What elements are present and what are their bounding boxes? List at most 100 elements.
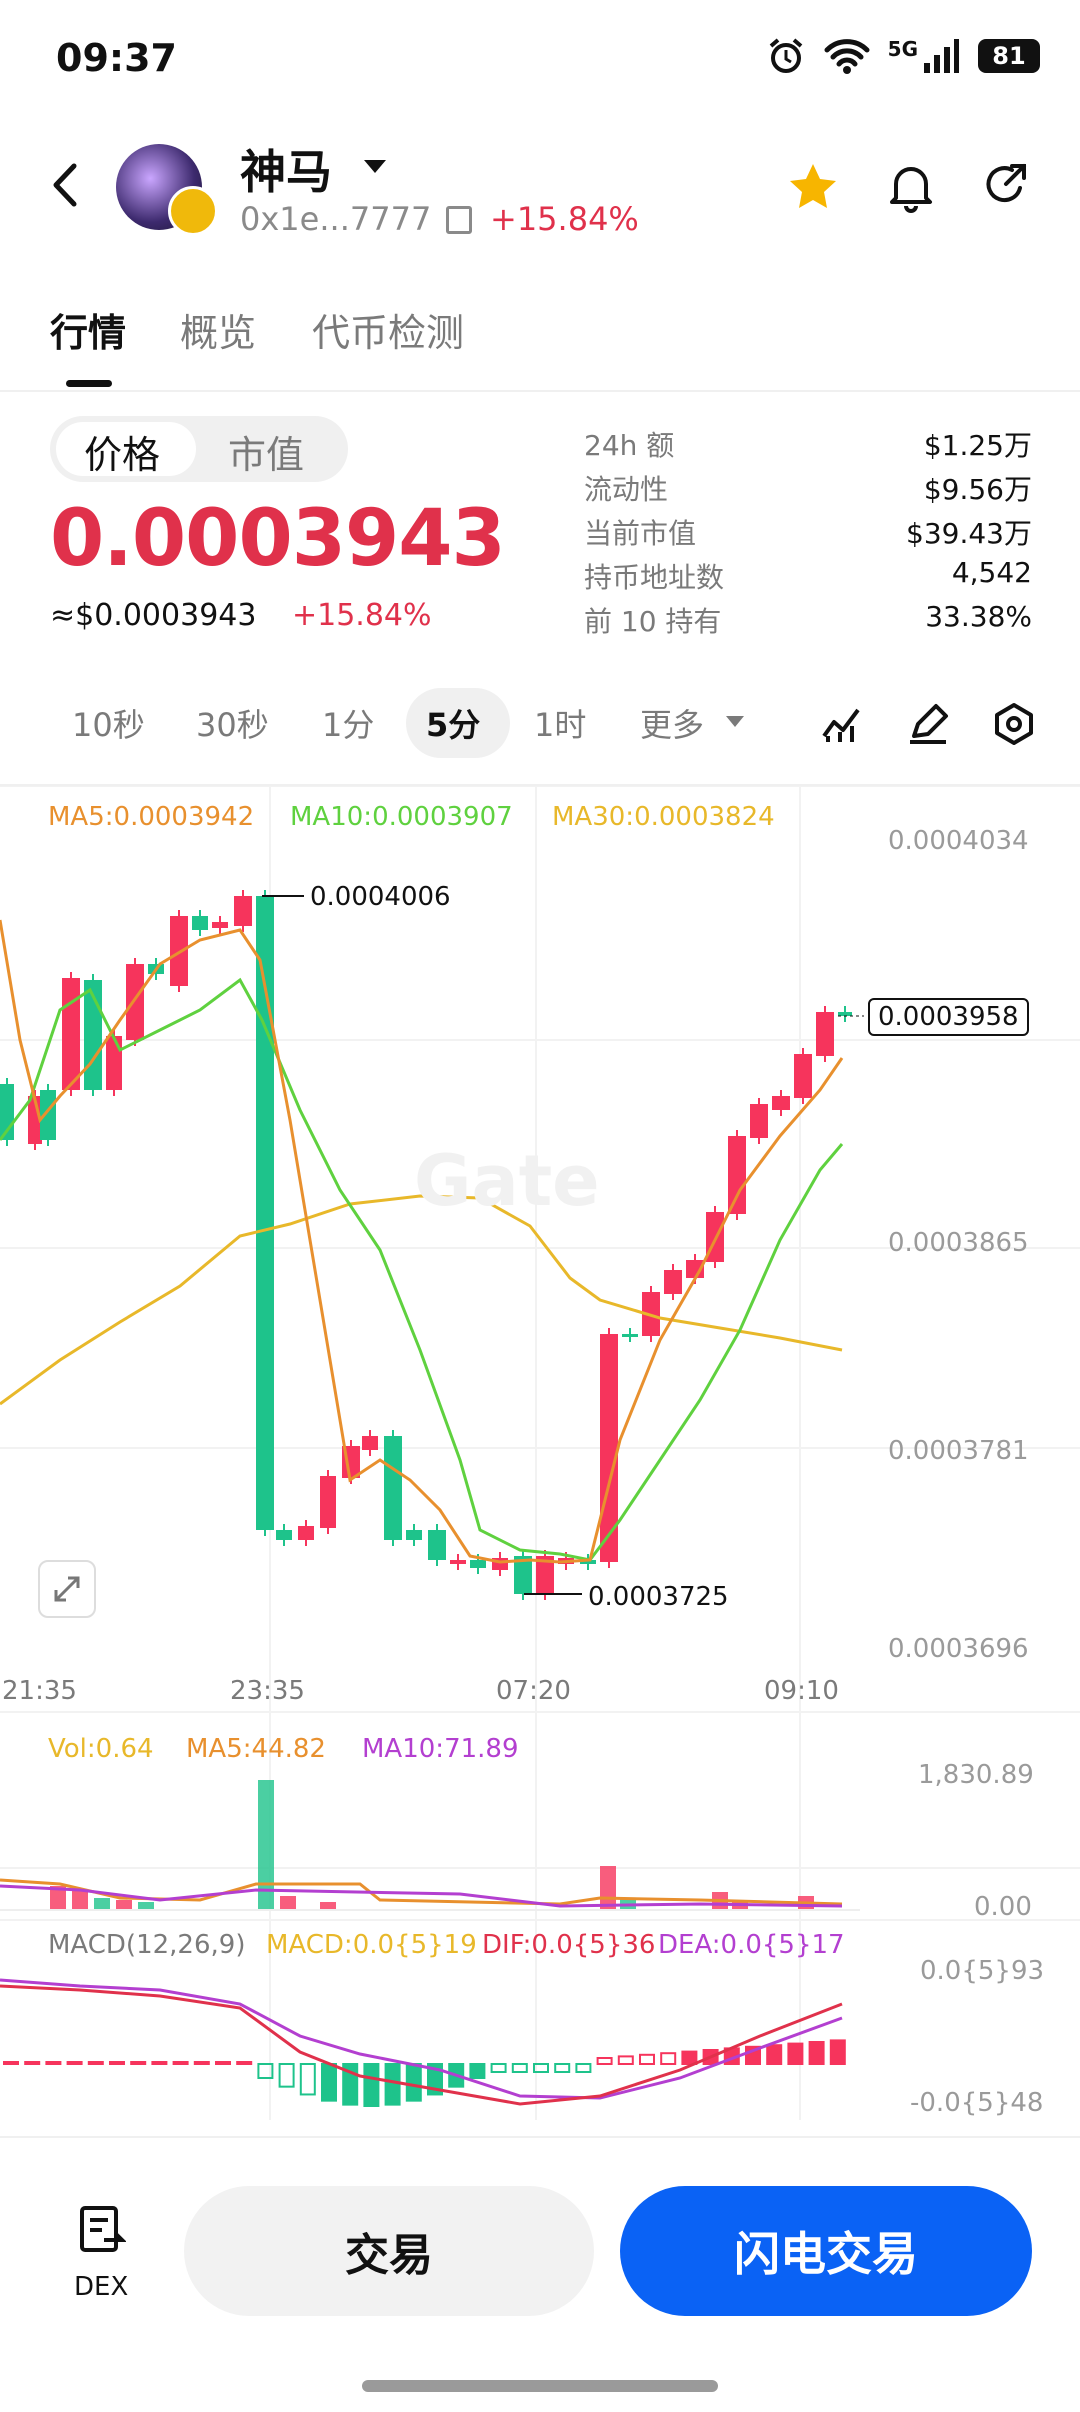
stat-label-holders: 持币地址数	[584, 561, 725, 594]
copy-icon[interactable]	[446, 206, 472, 234]
gate-watermark: Gate	[414, 1140, 600, 1222]
interval-30s[interactable]: 30秒	[196, 700, 269, 746]
candle	[384, 1436, 402, 1540]
divider	[0, 390, 1080, 392]
high-price-label: 0.0004006	[310, 882, 451, 912]
status-time: 09:37	[56, 36, 177, 80]
flash-trade-button[interactable]: 闪电交易	[620, 2186, 1032, 2316]
low-price-label: 0.0003725	[588, 1582, 729, 1612]
interval-1h[interactable]: 1时	[534, 700, 586, 746]
alarm-icon	[769, 38, 802, 73]
macd-bar	[130, 2061, 147, 2065]
interval-1m[interactable]: 1分	[322, 700, 374, 746]
settings-icon[interactable]	[992, 702, 1036, 746]
candle	[406, 1530, 422, 1540]
macd-bar	[787, 2042, 804, 2065]
stat-label-liquidity: 流动性	[584, 473, 669, 506]
candle	[816, 1012, 834, 1056]
usd-price: ≈$0.0003943	[50, 598, 257, 633]
candle	[664, 1270, 682, 1294]
stat-value-volume: $1.25万	[923, 429, 1032, 462]
chevron-down-icon[interactable]	[726, 716, 744, 727]
macd-axis-label: 0.0{5}93	[920, 1956, 1045, 1986]
macd-bar	[596, 2057, 613, 2065]
star-icon[interactable]	[786, 160, 840, 214]
macd-bar	[278, 2063, 295, 2088]
candle	[750, 1104, 768, 1138]
candle	[450, 1560, 466, 1564]
macd-bar	[193, 2061, 210, 2065]
y-axis-label: 0.0003865	[888, 1228, 1029, 1258]
bell-icon[interactable]	[886, 160, 936, 214]
candle	[320, 1476, 336, 1528]
expand-icon[interactable]	[38, 1560, 96, 1618]
vol-ma10-label: MA10:71.89	[362, 1734, 519, 1764]
candle	[794, 1054, 812, 1098]
wifi-icon	[824, 39, 870, 74]
home-indicator[interactable]	[362, 2380, 718, 2392]
token-address: 0x1e...7777	[240, 200, 432, 238]
dif-label: DIF:0.0{5}36	[482, 1930, 656, 1960]
x-axis-label: 09:10	[764, 1676, 839, 1706]
trade-button[interactable]: 交易	[184, 2186, 594, 2316]
macd-bar	[66, 2061, 83, 2065]
draw-icon[interactable]	[906, 702, 950, 746]
interval-5m[interactable]: 5分	[426, 700, 480, 746]
back-icon[interactable]	[48, 160, 82, 210]
stat-label-top10: 前 10 持有	[584, 605, 722, 638]
share-icon[interactable]	[980, 160, 1032, 212]
last-price-tag: 0.0003958	[868, 998, 1029, 1036]
macd-bar	[236, 2061, 253, 2065]
stat-value-holders: 4,542	[951, 556, 1032, 589]
volume-bar	[600, 1866, 616, 1910]
toggle-price[interactable]: 价格	[84, 424, 160, 479]
interval-more[interactable]: 更多	[640, 700, 704, 746]
macd-bar	[660, 2052, 677, 2065]
tab-overview[interactable]: 概览	[180, 302, 256, 357]
candle	[192, 916, 208, 930]
y-axis-label: 0.0003696	[888, 1634, 1029, 1664]
x-axis-label: 23:35	[230, 1676, 305, 1706]
stat-value-market-cap: $39.43万	[906, 517, 1032, 550]
candle	[126, 964, 144, 1040]
volume-bar	[280, 1896, 296, 1910]
tab-market[interactable]: 行情	[50, 302, 126, 357]
macd-bar	[490, 2063, 507, 2073]
ma5-label: MA5:0.0003942	[48, 802, 255, 832]
macd-bar	[766, 2044, 783, 2065]
macd-bar	[321, 2063, 337, 2102]
header-change: +15.84%	[490, 200, 639, 238]
vol-axis-label: 0.00	[974, 1892, 1032, 1922]
candle	[106, 1036, 122, 1090]
stat-label-volume: 24h 额	[584, 429, 675, 462]
dex-label[interactable]: DEX	[74, 2272, 128, 2302]
tab-token-check[interactable]: 代币检测	[312, 302, 464, 357]
macd-bar	[575, 2063, 592, 2073]
ma10-line	[0, 977, 844, 1562]
y-axis-label: 0.0003781	[888, 1436, 1029, 1466]
tab-indicator	[66, 380, 112, 387]
token-name[interactable]: 神马	[240, 136, 332, 202]
toggle-market-cap[interactable]: 市值	[228, 424, 304, 479]
macd-bar	[617, 2055, 634, 2065]
dex-icon[interactable]	[78, 2204, 126, 2256]
macd-value-label: MACD:0.0{5}19	[266, 1930, 477, 1960]
volume-bar	[138, 1902, 154, 1910]
interval-10s[interactable]: 10秒	[72, 700, 145, 746]
chevron-down-icon[interactable]	[364, 160, 386, 173]
macd-bar	[87, 2061, 104, 2065]
divider	[0, 2136, 1080, 2138]
candle	[470, 1560, 486, 1568]
volume-bar	[320, 1902, 336, 1910]
battery-indicator: 81	[978, 39, 1040, 73]
macd-bar	[469, 2063, 486, 2079]
network-type: 5G	[887, 37, 918, 61]
macd-bar	[639, 2053, 655, 2066]
indicator-icon[interactable]	[820, 702, 864, 746]
stat-label-market-cap: 当前市值	[584, 517, 697, 550]
dif-line	[0, 1984, 843, 2106]
candle	[728, 1136, 746, 1214]
x-axis-label: 07:20	[496, 1676, 571, 1706]
volume-bar	[116, 1900, 132, 1910]
candle	[428, 1530, 446, 1560]
